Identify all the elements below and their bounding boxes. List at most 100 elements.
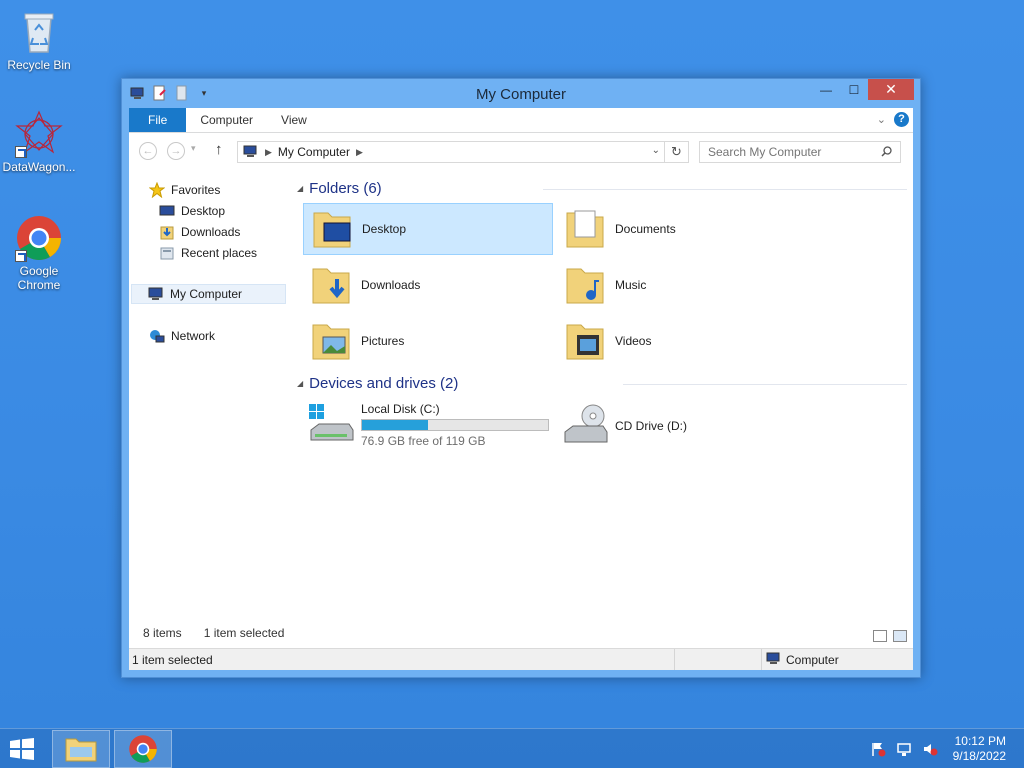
taskbar-chrome[interactable] (114, 730, 172, 768)
videos-folder-icon (561, 317, 609, 365)
desktop-icon-recycle-bin[interactable]: Recycle Bin (1, 8, 77, 72)
folder-name: Downloads (361, 278, 421, 292)
recycle-bin-icon (15, 8, 63, 56)
folder-documents[interactable]: Documents (557, 203, 807, 255)
minimize-button[interactable]: — (812, 79, 840, 100)
help-button[interactable]: ? (894, 112, 909, 127)
drive-d[interactable]: CD Drive (D:) (557, 402, 807, 456)
pictures-folder-icon (307, 317, 355, 365)
nav-favorites[interactable]: Favorites (148, 180, 220, 200)
address-dropdown-icon[interactable]: ⌄ (652, 145, 660, 156)
folders-group-header[interactable]: ◢ Folders (6) (297, 180, 382, 197)
computer-icon (243, 145, 259, 159)
close-button[interactable]: ✕ (868, 79, 914, 100)
drive-info: Local Disk (C:) 76.9 GB free of 119 GB (361, 402, 549, 448)
volume-muted-icon[interactable] (922, 741, 938, 757)
documents-folder-icon (561, 205, 609, 253)
start-button[interactable] (8, 738, 36, 760)
folders-group-title: Folders (6) (309, 180, 382, 197)
desktop-icon-label: Recycle Bin (7, 58, 71, 72)
title-bar[interactable]: ▾ My Computer — ☐ ✕ (122, 79, 920, 108)
large-icons-view-icon[interactable] (893, 630, 907, 642)
desktop-icon (159, 203, 175, 219)
desktop-icon-datawagon[interactable]: DataWagon... (1, 110, 77, 174)
status-bar: 1 item selected Computer (129, 648, 913, 670)
folder-name: Videos (615, 334, 652, 348)
folder-desktop[interactable]: Desktop (303, 203, 553, 255)
nav-item-my-computer[interactable]: My Computer (131, 284, 286, 304)
desktop-folder-icon (308, 205, 356, 253)
hard-drive-icon (307, 402, 355, 450)
folder-name: Documents (615, 222, 676, 236)
drive-usage-fill (362, 420, 428, 430)
back-button[interactable]: ← (139, 142, 157, 160)
nav-item-desktop[interactable]: Desktop (159, 201, 225, 221)
window-body: File Computer View ⌄ ? ← → ▾ ↑ ▶ My Comp… (129, 108, 913, 670)
chrome-icon (129, 735, 157, 763)
folder-name: Desktop (362, 222, 407, 236)
downloads-folder-icon (307, 261, 355, 309)
search-input[interactable] (700, 142, 870, 162)
status-zone: Computer (786, 652, 839, 667)
clock-date: 9/18/2022 (952, 749, 1006, 763)
folder-music[interactable]: Music (557, 259, 807, 311)
breadcrumb-location[interactable]: My Computer (278, 145, 350, 159)
nav-item-label: Desktop (181, 204, 226, 218)
nav-item-recent-places[interactable]: Recent places (159, 243, 257, 263)
folder-downloads[interactable]: Downloads (303, 259, 553, 311)
nav-item-label: Recent places (181, 246, 258, 260)
breadcrumb-separator-icon[interactable]: ▶ (356, 147, 363, 158)
tab-view[interactable]: View (267, 108, 321, 132)
file-explorer-icon (65, 738, 97, 762)
clock-time: 10:12 PM (954, 734, 1006, 748)
recent-locations-icon[interactable]: ▾ (191, 143, 196, 154)
content-area: ◢ Folders (6) Desktop Documents Download… (293, 168, 913, 620)
folder-name: Pictures (361, 334, 405, 348)
shortcut-arrow-icon (15, 146, 27, 158)
nav-item-network[interactable]: Network (149, 326, 215, 346)
drive-name: Local Disk (C:) (361, 402, 440, 416)
nav-item-downloads[interactable]: Downloads (159, 222, 240, 242)
folder-videos[interactable]: Videos (557, 315, 807, 367)
item-count: 8 items (143, 626, 182, 640)
address-bar[interactable]: ▶ My Computer ▶ ⌄ ↻ (237, 141, 689, 163)
taskbar-clock[interactable]: 10:12 PM 9/18/2022 (953, 734, 1006, 764)
search-box[interactable] (699, 141, 901, 163)
computer-icon (148, 286, 164, 302)
folder-pictures[interactable]: Pictures (303, 315, 553, 367)
window-title: My Computer (475, 86, 567, 103)
nav-item-label: Network (171, 329, 216, 343)
tab-file[interactable]: File (129, 108, 187, 132)
star-icon (148, 181, 166, 199)
collapse-icon[interactable]: ◢ (297, 184, 303, 193)
taskbar-file-explorer[interactable] (52, 730, 110, 768)
cd-drive-icon (561, 402, 609, 450)
tab-computer[interactable]: Computer (186, 108, 267, 132)
breadcrumb-separator-icon[interactable]: ▶ (265, 147, 272, 158)
forward-button[interactable]: → (167, 142, 185, 160)
desktop-icon-label: Google Chrome (17, 264, 61, 292)
search-icon (881, 146, 892, 157)
up-button[interactable]: ↑ (215, 141, 223, 158)
explorer-window[interactable]: ▾ My Computer — ☐ ✕ File Computer View ⌄… (121, 78, 921, 678)
downloads-icon (159, 224, 175, 240)
details-view-icon[interactable] (873, 630, 887, 642)
navigation-pane: Favorites Desktop Downloads Recent place… (129, 168, 289, 620)
refresh-button[interactable]: ↻ (664, 142, 688, 162)
computer-icon (766, 652, 782, 669)
maximize-button[interactable]: ☐ (840, 79, 868, 100)
action-center-flag-icon[interactable] (870, 741, 886, 757)
drive-c[interactable]: Local Disk (C:) 76.9 GB free of 119 GB (303, 402, 553, 456)
status-selection: 1 item selected (132, 652, 213, 667)
selection-count: 1 item selected (203, 626, 285, 640)
drive-usage-bar (361, 419, 549, 431)
drives-group-title: Devices and drives (2) (309, 375, 459, 392)
expand-ribbon-icon[interactable]: ⌄ (877, 113, 886, 126)
collapse-icon[interactable]: ◢ (297, 379, 303, 388)
desktop-icon-chrome[interactable]: Google Chrome (1, 214, 77, 292)
drives-group-header[interactable]: ◢ Devices and drives (2) (297, 375, 458, 392)
nav-item-label: My Computer (170, 287, 243, 301)
nav-item-label: Downloads (181, 225, 241, 239)
network-status-icon[interactable] (896, 741, 912, 757)
chrome-icon (15, 214, 63, 262)
